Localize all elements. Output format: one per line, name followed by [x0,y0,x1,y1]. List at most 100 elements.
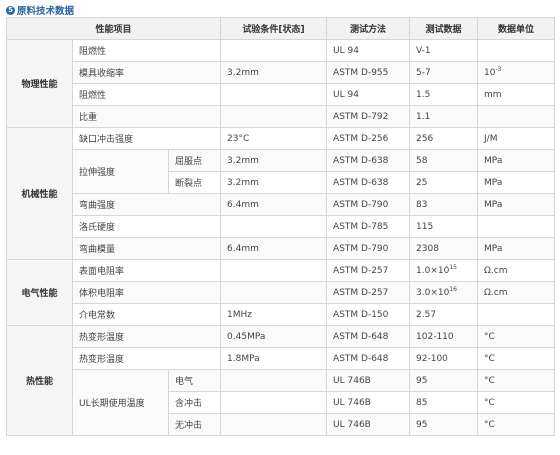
method-cell: ASTM D-150 [326,303,411,326]
table-row: 热性能 热变形温度 0.45MPa ASTM D-648 102-110 °C [6,325,556,436]
property-cell: 弯曲强度 [71,193,222,216]
data-cell: 85 [409,391,479,414]
data-cell: 1.0×1015 [409,259,479,282]
property-cell: 缺口冲击强度 [71,127,222,150]
table-row: 模具收缩率 3.2mm ASTM D-955 5-7 10-3 [7,61,556,84]
data-cell: 256 [409,127,479,150]
unit-cell: °C [477,369,556,392]
method-cell: UL 94 [326,39,411,62]
method-cell: UL 746B [326,369,411,392]
method-cell: UL 746B [326,413,411,436]
unit-cell: MPa [477,237,556,260]
table-row: 阻燃性 UL 94 1.5 mm [7,83,556,106]
table-row: 热变形温度 1.8MPa ASTM D-648 92-100 °C [7,347,556,370]
method-cell: ASTM D-790 [326,237,411,260]
condition-cell [220,391,328,414]
condition-cell [220,281,328,304]
data-cell: 2.57 [409,303,479,326]
method-cell: ASTM D-648 [326,325,411,348]
unit-cell: 10-3 [477,61,556,84]
property-cell: 热变形温度 [71,347,222,370]
unit-cell: °C [477,325,556,348]
property-cell: 阻燃性 [71,83,222,106]
condition-cell [220,413,328,436]
unit-cell: °C [477,347,556,370]
table-row: 比重 ASTM D-792 1.1 [7,105,556,128]
condition-cell [220,39,328,62]
category-thermal: 热性能 [6,325,73,436]
category-physical: 物理性能 [6,39,73,128]
data-exponent: 15 [449,263,457,271]
unit-base: 10 [484,67,496,78]
property-cell: 表面电阻率 [71,259,222,282]
unit-cell: mm [477,83,556,106]
unit-cell [477,215,556,238]
table-row: 物理性能 阻燃性 UL 94 V-1 [6,39,556,128]
method-cell: ASTM D-785 [326,215,411,238]
unit-exponent: -3 [495,65,502,73]
table-row: 拉伸强度 屈服点 3.2mm ASTM D-638 58 MPa [7,149,556,194]
method-cell: ASTM D-257 [326,281,411,304]
condition-cell: 3.2mm [220,149,328,172]
condition-cell [220,83,328,106]
unit-cell [477,303,556,326]
condition-cell: 3.2mm [220,171,328,194]
unit-cell [477,39,556,62]
unit-cell: °C [477,413,556,436]
unit-cell: J/M [477,127,556,150]
method-cell: UL 94 [326,83,411,106]
method-cell: ASTM D-790 [326,193,411,216]
col-header-data: 测试数据 [409,17,479,40]
data-cell: 1.1 [409,105,479,128]
table-row: 洛氏硬度 ASTM D-785 115 [7,215,556,238]
condition-cell: 1.8MPa [220,347,328,370]
data-base: 3.0×10 [416,287,450,298]
sub-property-cell: 断裂点 [167,171,222,194]
unit-cell: MPa [477,193,556,216]
data-cell: V-1 [409,39,479,62]
method-cell: ASTM D-792 [326,105,411,128]
data-cell: 102-110 [409,325,479,348]
condition-cell [220,369,328,392]
unit-cell: °C [477,391,556,414]
col-header-property: 性能项目 [5,17,222,40]
method-cell: ASTM D-955 [326,61,411,84]
table-row: 体积电阻率 ASTM D-257 3.0×1016 Ω.cm [7,281,556,304]
property-cell: 热变形温度 [71,325,222,348]
unit-cell: Ω.cm [477,281,556,304]
unit-cell [477,105,556,128]
table-row: 介电常数 1MHz ASTM D-150 2.57 [7,303,556,326]
method-cell: ASTM D-256 [326,127,411,150]
condition-cell: 6.4mm [220,237,328,260]
condition-cell [220,259,328,282]
data-exponent: 16 [449,285,457,293]
unit-cell: MPa [477,171,556,194]
category-electrical: 电气性能 [6,259,73,326]
method-cell: ASTM D-257 [326,259,411,282]
data-cell: 83 [409,193,479,216]
property-cell: 体积电阻率 [71,281,222,304]
method-cell: ASTM D-638 [326,149,411,172]
sub-property-cell: 屈服点 [167,149,222,172]
condition-cell [220,105,328,128]
data-cell: 5-7 [409,61,479,84]
property-cell: 拉伸强度 [72,149,169,194]
property-cell: 弯曲模量 [71,237,222,260]
data-cell: 3.0×1016 [409,281,479,304]
property-cell: 洛氏硬度 [71,215,222,238]
condition-cell: 3.2mm [220,61,328,84]
col-header-unit: 数据单位 [477,17,556,40]
spec-table: 性能项目 试验条件[状态] 测试方法 测试数据 数据单位 物理性能 阻燃性 UL… [5,17,556,436]
unit-cell: MPa [477,149,556,172]
col-header-condition: 试验条件[状态] [220,17,328,40]
sub-property-cell: 含冲击 [167,391,222,414]
condition-cell: 1MHz [220,303,328,326]
condition-cell: 0.45MPa [220,325,328,348]
property-cell: 阻燃性 [71,39,222,62]
table-row: 机械性能 缺口冲击强度 23°C ASTM D-256 256 J/M [6,127,556,260]
property-cell: 模具收缩率 [71,61,222,84]
category-mechanical: 机械性能 [6,127,73,260]
data-cell: 92-100 [409,347,479,370]
table-header-row: 性能项目 试验条件[状态] 测试方法 测试数据 数据单位 [5,17,556,40]
unit-cell: Ω.cm [477,259,556,282]
